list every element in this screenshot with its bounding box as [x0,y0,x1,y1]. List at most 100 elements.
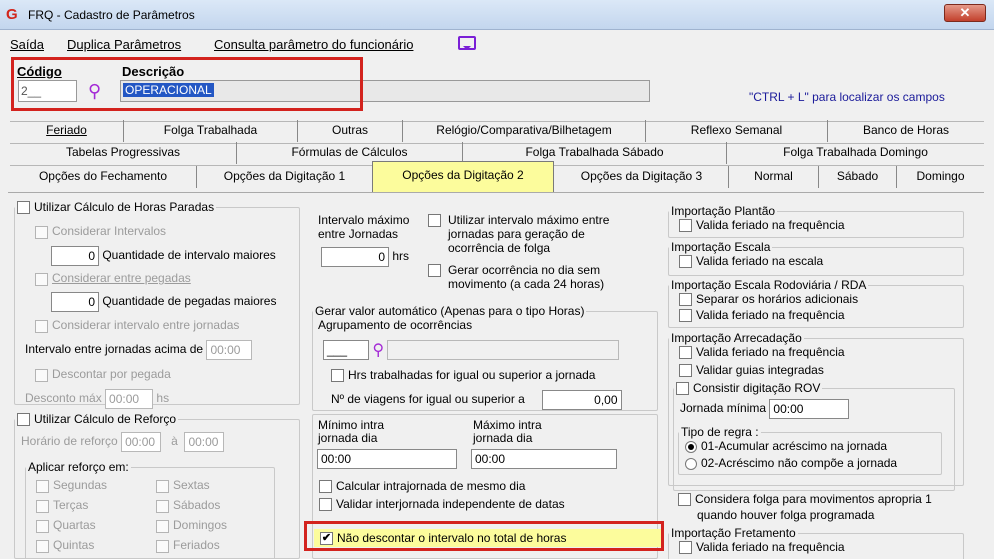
group-importacao-fretamento: Importação Fretamento Valida feriado na … [668,526,964,559]
day-domingos[interactable]: Domingos [156,518,227,533]
considera-folga-checkbox[interactable] [678,493,691,507]
tab-opcoes-digitacao-2[interactable]: Opções da Digitação 2 [372,161,554,193]
menu-consulta-parametro[interactable]: Consulta parâmetro do funcionário [214,37,413,52]
tab-opcoes-digitacao-1[interactable]: Opções da Digitação 1 [197,166,373,188]
reforco-checkbox[interactable] [17,413,30,427]
qtd-pegadas-row: 0 Quantidade de pegadas maiores [51,292,276,313]
arrecadacao-feriado-row[interactable]: Valida feriado na frequência [679,345,845,360]
considerar-pegadas-checkbox[interactable] [35,272,48,286]
tab-folga-domingo[interactable]: Folga Trabalhada Domingo [727,142,984,164]
max-intra-input[interactable]: 00:00 [471,449,617,469]
gerar-ocorrencia-checkbox[interactable] [428,264,441,277]
tipo-opt2[interactable]: 02-Acréscimo não compõe a jornada [685,456,897,470]
day-domingos-checkbox [156,519,169,533]
calcular-intrajornada-checkbox[interactable] [319,480,332,494]
highlight-box-option [304,521,664,551]
aplicar-reforco-legend: Aplicar reforço em: [28,460,129,475]
menu-saida[interactable]: Saída [10,37,44,52]
min-intra-input[interactable]: 00:00 [317,449,457,469]
tab-sabado[interactable]: Sábado [819,166,897,188]
day-sabados[interactable]: Sábados [156,498,220,513]
tab-opcoes-digitacao-3[interactable]: Opções da Digitação 3 [555,166,729,188]
day-sextas[interactable]: Sextas [156,478,210,493]
validar-interjornada-row[interactable]: Validar interjornada independente de dat… [319,497,565,512]
viagens-input[interactable]: 0,00 [541,390,622,410]
descontar-pegada-checkbox[interactable] [35,368,48,382]
qtd-pegadas-input[interactable]: 0 [51,292,99,313]
considerar-intervalos-row[interactable]: Considerar Intervalos [35,224,166,239]
day-quintas[interactable]: Quintas [36,538,94,553]
calcular-intrajornada-row[interactable]: Calcular intrajornada de mesmo dia [319,479,525,494]
min-intra-row: 00:00 [317,449,457,469]
descontar-pegada-row[interactable]: Descontar por pegada [35,367,171,382]
group-reforco: Utilizar Cálculo de Reforço Horário de r… [14,412,300,559]
arrecadacao-legend: Importação Arrecadação [671,331,802,345]
group-importacao-arrecadacao: Importação Arrecadação Valida feriado na… [668,331,964,491]
tab-folga-trabalhada[interactable]: Folga Trabalhada [124,120,298,142]
qtd-intervalo-input[interactable]: 0 [51,246,99,267]
tab-tabelas-progressivas[interactable]: Tabelas Progressivas [10,142,237,164]
arrecadacao-feriado-checkbox[interactable] [679,346,692,360]
fretamento-feriado-checkbox[interactable] [679,541,692,555]
close-button[interactable]: ✕ [944,4,986,22]
menu-duplica-parametros[interactable]: Duplica Parâmetros [67,37,181,52]
group-escala-rodoviaria: Importação Escala Rodoviária / RDA Separ… [668,278,964,328]
hrs-trabalhadas-row[interactable]: Hrs trabalhadas for igual ou superior a … [331,368,595,383]
tipo-opt1-radio[interactable] [685,441,697,454]
arrecadacao-guias-row[interactable]: Validar guias integradas [679,363,824,378]
considerar-pegadas-row[interactable]: Considerar entre pegadas [35,271,191,286]
intervalo-max-input[interactable]: 0 [321,247,389,267]
rodoviaria-feriado-row[interactable]: Valida feriado na frequência [679,308,845,323]
day-tercas[interactable]: Terças [36,498,88,513]
usar-intervalo-max-row[interactable]: Utilizar intervalo máximo entre jornadas… [428,213,643,255]
usar-intervalo-max-checkbox[interactable] [428,214,441,227]
considerar-jornadas-row[interactable]: Considerar intervalo entre jornadas [35,318,239,333]
search-icon[interactable]: ⚲ [372,342,384,359]
min-intra-label: Mínimo intra jornada dia [318,418,385,445]
agrupamento-input[interactable]: ___ [323,340,369,360]
escala-feriado-checkbox[interactable] [679,255,692,269]
horario-reforco-to[interactable]: 00:00 [184,432,225,453]
intervalo-jornadas-input[interactable]: 00:00 [206,340,253,361]
group-reforco-legend: Utilizar Cálculo de Reforço [15,412,178,427]
tipo-opt1[interactable]: 01-Acumular acréscimo na jornada [685,439,887,453]
tab-domingo[interactable]: Domingo [897,166,984,188]
horas-paradas-checkbox[interactable] [17,201,30,215]
tab-banco-horas[interactable]: Banco de Horas [828,120,984,142]
day-feriados[interactable]: Feriados [156,538,220,553]
fretamento-feriado-row[interactable]: Valida feriado na frequência [679,540,845,555]
hrs-trabalhadas-checkbox[interactable] [331,369,344,383]
rodoviaria-feriado-checkbox[interactable] [679,309,692,323]
horario-reforco-row: Horário de reforço 00:00 à 00:00 [21,432,225,453]
fretamento-legend: Importação Fretamento [671,526,796,540]
considerar-intervalos-checkbox[interactable] [35,225,48,239]
rov-checkbox[interactable] [676,382,689,396]
rodoviaria-separar-row[interactable]: Separar os horários adicionais [679,292,858,307]
day-segundas[interactable]: Segundas [36,478,107,493]
desconto-max-input[interactable]: 00:00 [105,389,154,410]
day-quartas[interactable]: Quartas [36,518,96,533]
tab-outras[interactable]: Outras [298,120,403,142]
tab-opcoes-fechamento[interactable]: Opções do Fechamento [10,166,197,188]
tab-normal[interactable]: Normal [729,166,819,188]
tab-relogio[interactable]: Relógio/Comparativa/Bilhetagem [403,120,646,142]
intervalo-max-label: Intervalo máximo entre Jornadas [318,213,410,241]
gerar-ocorrencia-row[interactable]: Gerar ocorrência no dia sem movimento (a… [428,263,643,291]
chat-icon[interactable] [458,36,476,50]
rodoviaria-separar-checkbox[interactable] [679,293,692,307]
jornada-minima-input[interactable]: 00:00 [769,399,850,420]
tipo-opt2-radio[interactable] [685,458,697,471]
plantao-feriado-row[interactable]: Valida feriado na frequência [679,218,845,233]
plantao-legend: Importação Plantão [671,204,776,218]
escala-feriado-row[interactable]: Valida feriado na escala [679,254,823,269]
plantao-feriado-checkbox[interactable] [679,219,692,233]
horario-reforco-from[interactable]: 00:00 [121,432,162,453]
tab-feriado[interactable]: Feriado [10,120,124,142]
group-intervalo-maximo: Intervalo máximo entre Jornadas 0 hrs Ut… [312,200,658,306]
considera-folga-row[interactable]: Considera folga para movimentos apropria… [678,492,932,507]
validar-interjornada-checkbox[interactable] [319,498,332,512]
tab-reflexo-semanal[interactable]: Reflexo Semanal [646,120,828,142]
arrecadacao-guias-checkbox[interactable] [679,364,692,378]
considerar-jornadas-checkbox[interactable] [35,319,48,333]
tab-row-1: Feriado Folga Trabalhada Outras Relógio/… [10,120,984,142]
